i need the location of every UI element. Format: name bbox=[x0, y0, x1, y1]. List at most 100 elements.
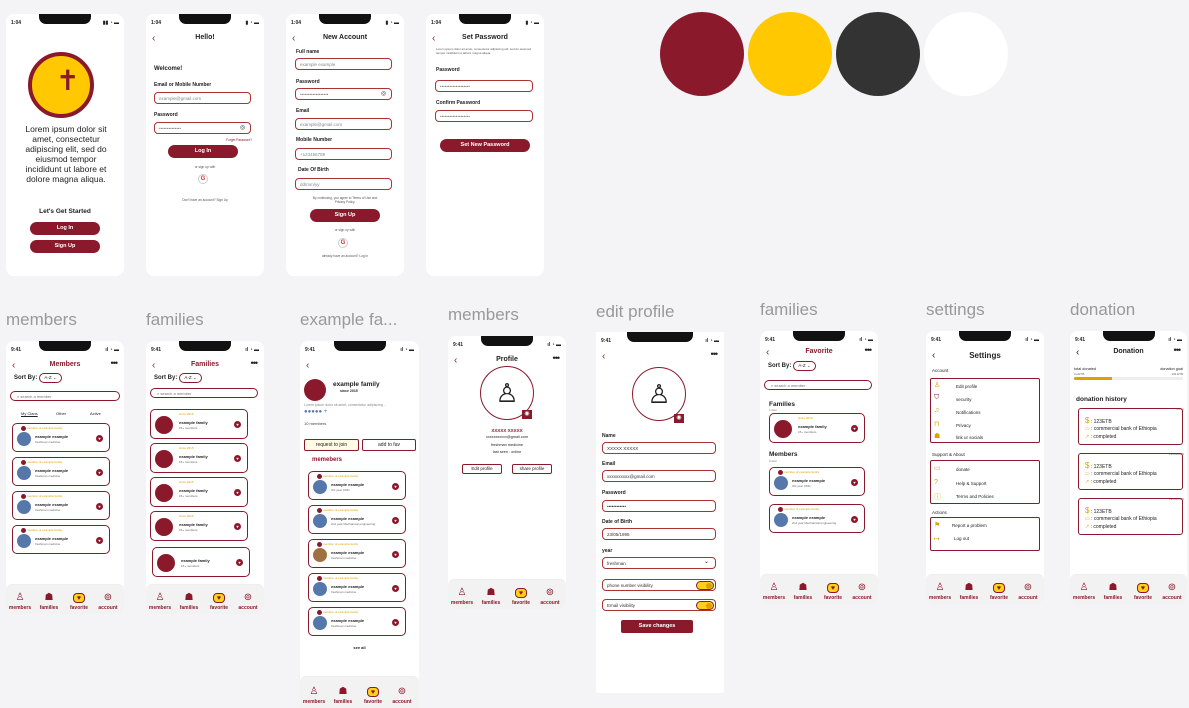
nav-members[interactable]: members bbox=[6, 605, 34, 611]
families-icon[interactable]: ☗ bbox=[797, 583, 809, 593]
eye-icon[interactable]: ◎ bbox=[240, 124, 245, 131]
email-field[interactable]: example@gmail.com bbox=[295, 118, 392, 130]
nav-favorite[interactable]: favorite bbox=[507, 600, 535, 606]
families-icon[interactable]: ☗ bbox=[43, 593, 55, 603]
nav-favorite[interactable]: favorite bbox=[819, 595, 847, 601]
nav-members[interactable]: members bbox=[926, 595, 954, 601]
account-icon[interactable]: ⊚ bbox=[856, 583, 868, 593]
families-icon[interactable]: ☗ bbox=[485, 588, 497, 598]
favorite-icon[interactable]: ♥ bbox=[213, 593, 225, 603]
more-icon[interactable]: ••• bbox=[111, 358, 119, 368]
heart-icon[interactable]: ♥ bbox=[96, 503, 103, 510]
settings-link-socials[interactable]: link ur socials bbox=[956, 435, 983, 440]
search-input[interactable]: ⌕ search a member bbox=[764, 380, 872, 390]
members-icon[interactable]: ♙ bbox=[1078, 583, 1090, 593]
favorite-icon[interactable]: ♥ bbox=[367, 687, 379, 697]
dob-field[interactable]: dd/mm/yy bbox=[295, 178, 392, 190]
more-icon[interactable]: ••• bbox=[251, 358, 259, 368]
settings-security[interactable]: security bbox=[956, 397, 972, 402]
members-icon[interactable]: ♙ bbox=[456, 588, 468, 598]
signup-button[interactable]: Sign Up bbox=[310, 209, 380, 222]
favorite-icon[interactable]: ♥ bbox=[73, 593, 85, 603]
list-item[interactable]: member of example family example example f… bbox=[12, 491, 110, 520]
favorite-icon[interactable]: ♥ bbox=[827, 583, 839, 593]
search-input[interactable]: ⌕ search a member bbox=[10, 391, 120, 401]
list-item[interactable]: since 2015 example family 15+ members ♥ bbox=[150, 443, 248, 473]
more-icon[interactable]: ••• bbox=[553, 353, 561, 363]
members-icon[interactable]: ♙ bbox=[14, 593, 26, 603]
members-icon[interactable]: ♙ bbox=[768, 583, 780, 593]
signup-button[interactable]: Sign Up bbox=[30, 240, 100, 253]
nav-account[interactable]: account bbox=[848, 595, 876, 601]
list-item[interactable]: since 2015 example family 15+ members ♥ bbox=[150, 409, 248, 439]
tab-my-clans[interactable]: My Clans bbox=[21, 411, 38, 416]
heart-icon[interactable]: ♥ bbox=[234, 421, 241, 428]
tab-active[interactable]: Active bbox=[90, 411, 101, 416]
heart-icon[interactable]: ♥ bbox=[851, 516, 858, 523]
heart-icon[interactable]: ♥ bbox=[392, 517, 399, 524]
families-icon[interactable]: ☗ bbox=[963, 583, 975, 593]
search-input[interactable]: ⌕ search a member bbox=[150, 388, 258, 398]
google-icon[interactable]: G bbox=[198, 174, 208, 184]
list-item[interactable]: since 2015 example family 15+ members ♥ bbox=[150, 477, 248, 507]
heart-icon[interactable]: ♥ bbox=[392, 619, 399, 626]
nav-members[interactable]: members bbox=[448, 600, 476, 606]
sort-control[interactable]: Sort By: A-Z ⌄ bbox=[154, 373, 202, 383]
families-icon[interactable]: ☗ bbox=[183, 593, 195, 603]
back-icon[interactable]: ‹ bbox=[602, 352, 605, 362]
favorite-icon[interactable]: ♥ bbox=[515, 588, 527, 598]
add-fav-button[interactable]: add to fav bbox=[362, 439, 416, 451]
members-icon[interactable]: ♙ bbox=[308, 687, 320, 697]
list-item[interactable]: since 2015 example family 15+ members ♥ bbox=[150, 511, 248, 541]
heart-icon[interactable]: ♥ bbox=[392, 585, 399, 592]
password-field[interactable]: •••••••••••••• bbox=[154, 122, 251, 134]
name-field[interactable]: XXXXX XXXXX bbox=[602, 442, 716, 454]
account-icon[interactable]: ⊚ bbox=[396, 687, 408, 697]
heart-icon[interactable]: ♥ bbox=[851, 425, 858, 432]
settings-help[interactable]: Help & Support bbox=[956, 481, 987, 486]
nav-families[interactable]: families bbox=[477, 600, 505, 606]
sort-select[interactable]: A-Z ⌄ bbox=[179, 373, 202, 383]
login-link[interactable]: already have an account? Log in bbox=[286, 254, 404, 258]
families-icon[interactable]: ☗ bbox=[1107, 583, 1119, 593]
favorite-icon[interactable]: ♥ bbox=[993, 583, 1005, 593]
nav-favorite[interactable]: favorite bbox=[205, 605, 233, 611]
sort-select[interactable]: A-Z ⌄ bbox=[39, 373, 62, 383]
nav-families[interactable]: families bbox=[329, 699, 357, 705]
list-item[interactable]: member of example family example example 3… bbox=[769, 467, 865, 496]
list-item[interactable]: member of example family example example 2… bbox=[769, 504, 865, 533]
nav-families[interactable]: families bbox=[1099, 595, 1127, 601]
account-icon[interactable]: ⊚ bbox=[242, 593, 254, 603]
nav-account[interactable]: account bbox=[1158, 595, 1186, 601]
login-button[interactable]: Log In bbox=[168, 145, 238, 158]
account-icon[interactable]: ⊚ bbox=[1166, 583, 1178, 593]
heart-icon[interactable]: ♥ bbox=[392, 483, 399, 490]
heart-icon[interactable]: ♥ bbox=[234, 523, 241, 530]
list-item[interactable]: member of example family example example 3… bbox=[308, 471, 406, 500]
eye-icon[interactable]: ◎ bbox=[381, 90, 386, 97]
account-icon[interactable]: ⊚ bbox=[544, 588, 556, 598]
nav-families[interactable]: families bbox=[789, 595, 817, 601]
forgot-link[interactable]: Forget Password? bbox=[226, 138, 252, 142]
mobile-field[interactable]: +123456789 bbox=[295, 148, 392, 160]
account-icon[interactable]: ⊚ bbox=[102, 593, 114, 603]
more-icon[interactable]: ••• bbox=[865, 345, 873, 355]
heart-icon[interactable]: ♥ bbox=[236, 559, 243, 566]
sort-control[interactable]: Sort By: A-Z ⌄ bbox=[14, 373, 62, 383]
nav-families[interactable]: families bbox=[35, 605, 63, 611]
chevron-down-icon[interactable]: ⌄ bbox=[704, 558, 709, 565]
settings-terms[interactable]: Terms and Policies bbox=[956, 494, 994, 499]
password-field[interactable]: •••••••••••••••••• bbox=[295, 88, 392, 100]
fullname-field[interactable]: example example bbox=[295, 58, 392, 70]
year-select[interactable]: freshman bbox=[602, 557, 716, 569]
password-field[interactable]: ••••••••••••••••••• bbox=[435, 80, 533, 92]
members-icon[interactable]: ♙ bbox=[934, 583, 946, 593]
list-item[interactable]: since 2015 example family 15+ members ♥ bbox=[769, 413, 865, 443]
more-icon[interactable]: ••• bbox=[1174, 345, 1182, 355]
see-all-link[interactable]: see all bbox=[300, 645, 419, 650]
heart-icon[interactable]: ♥ bbox=[96, 469, 103, 476]
heart-icon[interactable]: ♥ bbox=[851, 479, 858, 486]
families-icon[interactable]: ☗ bbox=[337, 687, 349, 697]
join-button[interactable]: request to join bbox=[304, 439, 359, 451]
settings-report[interactable]: Report a problem bbox=[952, 523, 987, 528]
